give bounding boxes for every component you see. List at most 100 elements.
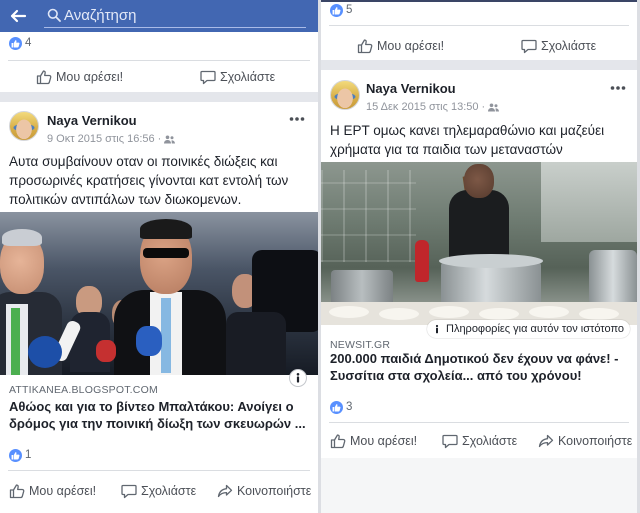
- search-input[interactable]: [64, 4, 302, 26]
- reaction-count[interactable]: 4: [25, 36, 31, 50]
- comment-label: Σχολιάστε: [462, 434, 518, 448]
- photo-plate: [529, 306, 569, 318]
- search-icon: [47, 8, 61, 22]
- friends-icon: [488, 103, 500, 112]
- comment-button[interactable]: Σχολιάστε: [200, 67, 275, 87]
- share-label: Κοινοποιήστε: [558, 434, 633, 448]
- site-info-label: Πληροφορίες για αυτόν τον ιστότοπο: [446, 323, 625, 335]
- post-text: Η ΕΡΤ ομως κανει τηλεμαραθώνιο και μαζεύ…: [330, 123, 605, 157]
- like-reaction-icon: [9, 449, 22, 462]
- photo-cook-head: [464, 164, 494, 198]
- thumbs-up-icon: [9, 483, 25, 499]
- like-button[interactable]: Μου αρέσει!: [9, 481, 96, 501]
- thumbs-up-icon: [357, 38, 373, 54]
- thumbs-up-icon: [330, 433, 346, 449]
- comment-label: Σχολιάστε: [541, 39, 597, 53]
- more-options-icon[interactable]: [610, 84, 626, 92]
- feed-separator: [0, 92, 318, 102]
- post-text: Αυτα συμβαίνουν οταν οι ποινικές διώξεις…: [9, 154, 289, 207]
- left-feed-column: 4 Μου αρέσει! Σχολιάστε Naya Vernikou 9 …: [0, 0, 318, 513]
- photo-pot-rim: [439, 254, 543, 268]
- photo-person-hair: [2, 229, 42, 246]
- link-preview-image[interactable]: [0, 212, 318, 375]
- info-icon: [432, 324, 442, 334]
- author-avatar[interactable]: [9, 111, 39, 141]
- photo-window: [321, 170, 416, 262]
- meta-separator: ·: [481, 101, 486, 113]
- link-title[interactable]: 200.000 παιδιά Δημοτικού δεν έχουν να φά…: [330, 350, 630, 384]
- comment-label: Σχολιάστε: [220, 70, 276, 84]
- photo-extinguisher: [415, 240, 429, 282]
- comment-icon: [200, 69, 216, 85]
- link-domain[interactable]: ATTIKANEA.BLOGSPOT.COM: [9, 384, 158, 396]
- divider: [329, 25, 629, 26]
- meta-separator: ·: [157, 133, 162, 145]
- comment-button[interactable]: Σχολιάστε: [442, 431, 517, 451]
- link-preview-image[interactable]: [321, 162, 637, 325]
- share-icon: [538, 433, 554, 449]
- like-reaction-icon: [330, 401, 343, 414]
- photo-plate: [329, 306, 369, 318]
- photo-microphone: [136, 326, 162, 356]
- photo-plate: [579, 308, 619, 320]
- like-label: Μου αρέσει!: [350, 434, 418, 448]
- author-name[interactable]: Naya Vernikou: [47, 113, 137, 129]
- comment-button[interactable]: Σχολιάστε: [521, 36, 596, 56]
- back-arrow-icon[interactable]: [9, 7, 27, 25]
- divider: [329, 422, 629, 423]
- photo-microphone: [28, 336, 62, 368]
- photo-plate: [479, 308, 519, 320]
- post-meta: 15 Δεκ 2015 στις 13:50 ·: [366, 100, 500, 114]
- reaction-count[interactable]: 3: [346, 400, 352, 414]
- more-options-icon[interactable]: [289, 115, 305, 123]
- share-label: Κοινοποιήστε: [237, 484, 312, 498]
- right-feed-column: 5 Μου αρέσει! Σχολιάστε Naya Vernikou 15…: [321, 0, 637, 513]
- like-button[interactable]: Μου αρέσει!: [36, 67, 123, 87]
- photo-crowd-body: [226, 312, 286, 375]
- photo-man-hair: [140, 219, 192, 239]
- site-info-chip[interactable]: Πληροφορίες για αυτόν τον ιστότοπο: [427, 320, 631, 338]
- top-edge: [321, 0, 637, 2]
- comment-button[interactable]: Σχολιάστε: [121, 481, 196, 501]
- search-field[interactable]: [44, 4, 306, 27]
- like-button[interactable]: Μου αρέσει!: [330, 431, 417, 451]
- post-timestamp[interactable]: 9 Οκτ 2015 στις 16:56: [47, 132, 155, 146]
- like-reaction-icon: [9, 37, 22, 50]
- like-button[interactable]: Μου αρέσει!: [357, 36, 444, 56]
- post-timestamp[interactable]: 15 Δεκ 2015 στις 13:50: [366, 100, 478, 114]
- photo-man-tie: [161, 298, 171, 373]
- comment-icon: [121, 483, 137, 499]
- photo-pot: [331, 270, 393, 306]
- share-icon: [217, 483, 233, 499]
- comment-icon: [521, 38, 537, 54]
- like-label: Μου αρέσει!: [56, 70, 124, 84]
- feed-separator: [321, 60, 637, 70]
- info-icon[interactable]: [289, 369, 307, 387]
- photo-plate: [379, 308, 419, 320]
- divider: [8, 60, 310, 61]
- thumbs-up-icon: [36, 69, 52, 85]
- photo-microphone: [96, 340, 116, 362]
- reaction-count[interactable]: 1: [25, 448, 31, 462]
- share-button[interactable]: Κοινοποιήστε: [217, 481, 311, 501]
- divider: [8, 470, 310, 471]
- like-label: Μου αρέσει!: [29, 484, 97, 498]
- photo-pot: [589, 250, 637, 306]
- photo-wall: [541, 162, 637, 242]
- author-name[interactable]: Naya Vernikou: [366, 81, 456, 97]
- share-button[interactable]: Κοινοποιήστε: [538, 431, 632, 451]
- author-avatar[interactable]: [330, 80, 360, 110]
- comment-label: Σχολιάστε: [141, 484, 197, 498]
- photo-person-tie: [11, 308, 20, 375]
- comment-icon: [442, 433, 458, 449]
- photo-plate: [429, 306, 469, 318]
- feed-bottom-area: [321, 458, 637, 513]
- photo-sunglasses: [143, 248, 189, 258]
- post-meta: 9 Οκτ 2015 στις 16:56 ·: [47, 132, 176, 146]
- link-title[interactable]: Αθώος και για το βίντεο Μπαλτάκου: Ανοίγ…: [9, 398, 315, 432]
- top-bar: [0, 0, 318, 32]
- reaction-count[interactable]: 5: [346, 3, 352, 17]
- friends-icon: [164, 135, 176, 144]
- like-reaction-icon: [330, 4, 343, 17]
- search-underline: [44, 27, 306, 28]
